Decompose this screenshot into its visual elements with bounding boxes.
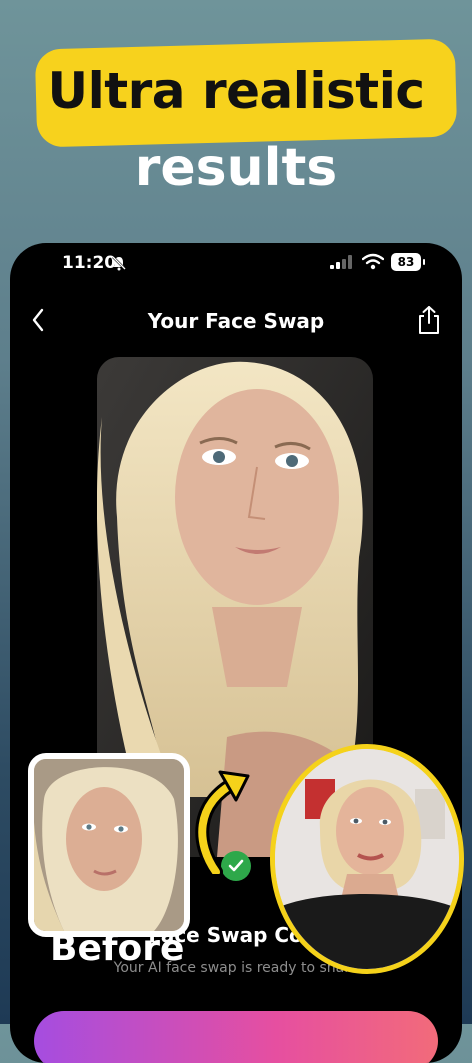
target-face-circle [270,744,464,974]
curved-arrow-icon [195,770,250,874]
headline-line1: Ultra realistic [47,62,425,120]
bell-slash-icon [112,256,126,271]
headline-line2: results [134,138,338,198]
share-icon[interactable] [416,305,442,335]
action-button[interactable] [34,1011,438,1063]
before-label: Before [50,928,185,969]
battery-icon: 83 [391,253,421,271]
before-thumbnail [28,753,190,937]
signal-icon [330,255,352,269]
wifi-icon [362,253,384,270]
page-title: Your Face Swap [147,309,325,333]
battery-tip [423,259,425,265]
status-time: 11:20 [62,253,117,273]
